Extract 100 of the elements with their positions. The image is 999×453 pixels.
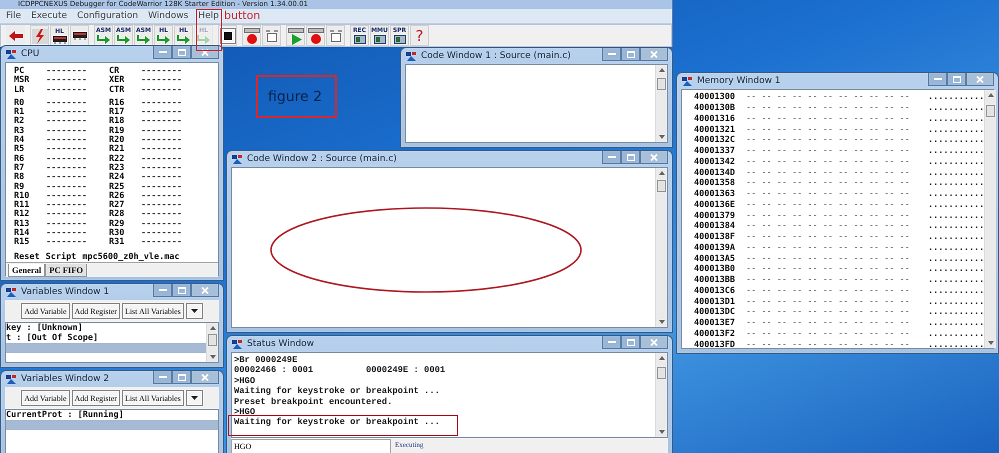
button[interactable]: Add Register	[72, 303, 120, 319]
menu-item[interactable]: Windows	[148, 11, 188, 21]
annotation-box	[196, 9, 222, 51]
close-button[interactable]	[191, 284, 219, 297]
chip-icon	[72, 32, 86, 40]
register-name: R23	[109, 164, 126, 173]
close-button[interactable]	[191, 46, 219, 59]
scrollbar[interactable]	[984, 90, 996, 348]
maximize-button[interactable]	[172, 284, 191, 297]
script-text: mpc5600_z0h_vle.mac	[82, 252, 180, 262]
toolbar-button[interactable]	[70, 25, 89, 46]
scroll-down-icon[interactable]	[658, 430, 664, 434]
minimize-button[interactable]	[153, 46, 172, 59]
minimize-button[interactable]	[153, 284, 172, 297]
register-value: --------	[141, 220, 183, 230]
register-name: R10	[14, 192, 30, 201]
close-button[interactable]	[191, 371, 219, 384]
register-name: R0	[14, 98, 26, 108]
app-icon	[681, 76, 693, 86]
register-value: --------	[141, 126, 183, 136]
button[interactable]: Add Register	[72, 390, 120, 406]
register-name: XER	[109, 76, 126, 86]
maximize-button[interactable]	[172, 371, 191, 384]
scroll-up-icon[interactable]	[658, 68, 664, 72]
memory-address: 400013C6	[694, 286, 736, 296]
memory-ascii: ...........	[928, 328, 984, 339]
scroll-up-icon[interactable]	[658, 171, 664, 175]
close-button[interactable]	[640, 151, 668, 164]
memory-ascii: ...........	[928, 307, 984, 318]
register-value: --------	[46, 86, 88, 95]
minimize-button[interactable]	[602, 151, 621, 164]
menu-item[interactable]: File	[6, 11, 22, 21]
scrollbar[interactable]	[655, 65, 667, 142]
register-value: --------	[46, 182, 88, 192]
register-name: R25	[109, 182, 126, 192]
scrollbar[interactable]	[655, 353, 667, 437]
scroll-down-icon[interactable]	[210, 355, 216, 359]
memory-address: 40001316	[694, 114, 736, 124]
step-arrow-icon	[177, 35, 190, 44]
tab[interactable]: PC FIFO	[45, 264, 88, 277]
register-value: --------	[141, 154, 183, 164]
scroll-up-icon[interactable]	[210, 326, 216, 330]
toolbar-button[interactable]: ?	[410, 25, 429, 46]
button[interactable]: Add Variable	[21, 390, 70, 406]
register-name: R12	[14, 210, 30, 220]
minimize-button[interactable]	[602, 336, 621, 349]
register-value: --------	[46, 173, 88, 183]
scrollbar-thumb[interactable]	[657, 367, 666, 380]
memory-bytes: -- -- -- -- -- -- -- -- -- -- --	[746, 114, 911, 124]
close-button[interactable]	[640, 48, 668, 61]
register-value: --------	[141, 86, 183, 95]
tab[interactable]: General	[8, 264, 46, 277]
log-line: >HGO	[234, 376, 256, 386]
scrollbar-thumb[interactable]	[657, 180, 666, 192]
scrollbar-thumb[interactable]	[657, 78, 666, 90]
memory-address: 400013B0	[694, 264, 736, 274]
register-value: --------	[141, 210, 183, 220]
menu-item[interactable]: Execute	[31, 11, 68, 21]
close-icon[interactable]	[201, 48, 209, 56]
arrow-icon	[8, 31, 22, 41]
register-name: R30	[109, 229, 126, 238]
memory-address: 400013E7	[694, 318, 736, 328]
minimize-button[interactable]	[153, 371, 172, 384]
scroll-down-icon[interactable]	[988, 341, 994, 345]
maximize-button[interactable]	[621, 151, 640, 164]
minimize-button[interactable]	[928, 73, 947, 86]
dropdown-button[interactable]	[186, 303, 203, 319]
command-field[interactable]: HGO	[231, 439, 391, 453]
scroll-up-icon[interactable]	[658, 356, 664, 360]
memory-ascii: ...........	[928, 124, 984, 135]
minimize-button[interactable]	[602, 48, 621, 61]
scroll-up-icon[interactable]	[988, 93, 994, 97]
button[interactable]: List All Variables	[122, 390, 184, 406]
toolbar-button[interactable]	[218, 25, 237, 46]
dropdown-button[interactable]	[186, 390, 203, 406]
scrollbar-thumb[interactable]	[208, 334, 217, 346]
scrollbar[interactable]	[206, 323, 218, 362]
maximize-button[interactable]	[172, 46, 191, 59]
scroll-down-icon[interactable]	[658, 135, 664, 139]
scrollbar-thumb[interactable]	[986, 104, 996, 117]
maximize-button[interactable]	[947, 73, 966, 86]
memory-bytes: -- -- -- -- -- -- -- -- -- -- --	[746, 242, 911, 253]
register-value: --------	[46, 220, 88, 230]
memory-ascii: ...........	[928, 275, 984, 286]
scrollbar[interactable]	[655, 168, 667, 327]
button[interactable]: Add Variable	[21, 303, 70, 319]
variable-line[interactable]: t : [Out Of Scope]	[6, 333, 206, 343]
register-name: R26	[109, 192, 126, 201]
menu-item[interactable]: Configuration	[77, 11, 138, 21]
menu-item[interactable]: Help	[198, 11, 219, 21]
register-name: R27	[109, 201, 126, 210]
register-value: --------	[46, 229, 88, 238]
button[interactable]: List All Variables	[122, 303, 184, 319]
close-button[interactable]	[640, 336, 668, 349]
close-button[interactable]	[966, 73, 994, 86]
maximize-button[interactable]	[621, 336, 640, 349]
variable-line[interactable]: key : [Unknown]	[6, 323, 206, 333]
scroll-down-icon[interactable]	[658, 320, 664, 324]
maximize-button[interactable]	[621, 48, 640, 61]
memory-address: 4000139A	[694, 242, 736, 253]
